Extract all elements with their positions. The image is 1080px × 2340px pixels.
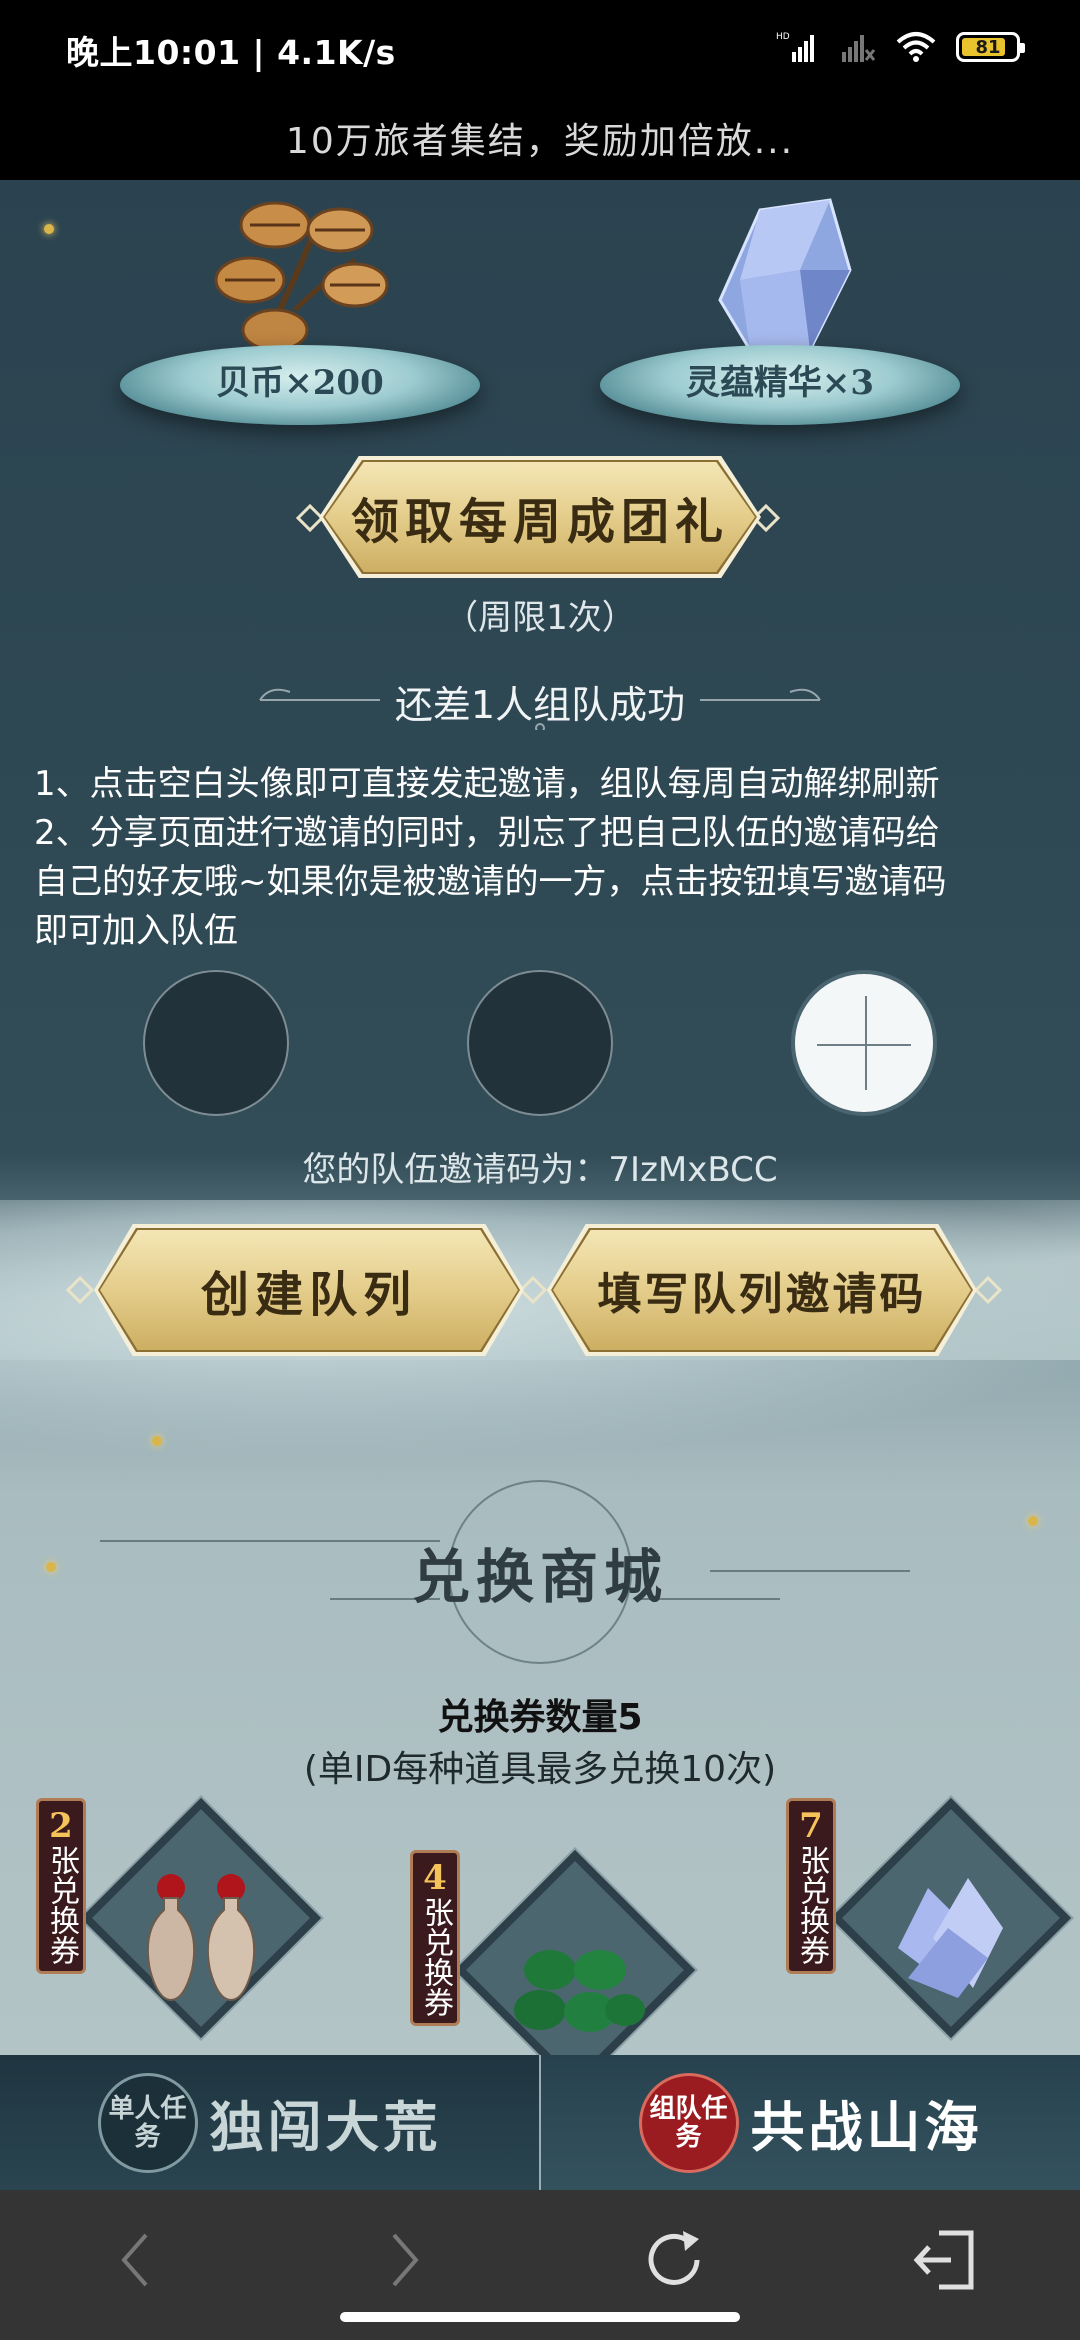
vase-icon: [146, 1874, 256, 2002]
reward-label: 贝币×200: [216, 363, 384, 403]
rule-line: 即可加入队伍: [34, 911, 238, 951]
fill-invite-code-button[interactable]: 填写队列邀请码: [547, 1224, 977, 1356]
invite-member-button[interactable]: [791, 970, 937, 1116]
price-unit: 张兑换券: [418, 1897, 453, 2017]
team-member-slot[interactable]: [467, 970, 613, 1116]
voucher-count: 兑换券数量5: [437, 1697, 643, 1738]
price-number: 2: [49, 1806, 73, 1846]
exit-icon: [913, 2230, 974, 2290]
battery-level: 81: [975, 36, 1001, 58]
price-tag: 7 张兑换券: [786, 1798, 836, 1974]
tab-team-label: 共战山海: [750, 2095, 983, 2159]
shop-item-crystal[interactable]: 7 张兑换券: [786, 1794, 1075, 2042]
shop-item-vase[interactable]: 2 张兑换券: [36, 1794, 325, 2042]
reload-button[interactable]: [634, 2220, 714, 2300]
tab-team-task[interactable]: 组队任务 共战山海: [541, 2055, 1080, 2190]
shop-title: 兑换商城: [411, 1543, 668, 1611]
team-member-slot[interactable]: [143, 970, 289, 1116]
wifi-icon: [896, 32, 936, 62]
status-time-speed: 晚上10:01 | 4.1K/s: [66, 33, 396, 72]
crystal-icon: [718, 198, 852, 352]
claim-weekly-button[interactable]: 领取每周成团礼: [319, 456, 761, 578]
reward-shell-coin: 贝币×200: [110, 190, 490, 460]
price-unit: 张兑换券: [44, 1845, 79, 1965]
rule-line: 1、点击空白头像即可直接发起邀请，组队每周自动解绑刷新: [34, 764, 940, 804]
exchange-limit-note: (单ID每种道具最多兑换10次): [303, 1749, 777, 1790]
activity-content: 贝币×200 灵蕴精华×3 领取每周成团礼 （周限1次） 还差1人组队成功 1、…: [0, 180, 1080, 2055]
signal-icon: HD: [776, 32, 814, 62]
rules-text: 1、点击空白头像即可直接发起邀请，组队每周自动解绑刷新 2、分享页面进行邀请的同…: [34, 760, 1054, 956]
task-tab-bar: 单人任务 独闯大荒 组队任务 共战山海: [0, 2055, 1080, 2190]
back-button[interactable]: [96, 2220, 176, 2300]
single-task-seal: 单人任务: [97, 2072, 198, 2173]
team-status-text: 还差1人组队成功: [394, 683, 686, 727]
battery-icon: 81: [956, 32, 1025, 62]
shell-coin-icon: [214, 201, 389, 352]
shop-item-jade[interactable]: 4 张兑换券: [410, 1846, 699, 2055]
team-task-seal: 组队任务: [638, 2072, 739, 2173]
price-tag: 4 张兑换券: [410, 1850, 460, 2026]
signal-weak-icon: [842, 35, 876, 62]
price-number: 7: [799, 1806, 823, 1846]
rule-line: 自己的好友哦~如果你是被邀请的一方，点击按钮填写邀请码: [34, 862, 947, 902]
status-icons: HD 81: [776, 24, 1025, 70]
create-team-button[interactable]: 创建队列: [94, 1224, 524, 1356]
chevron-right-icon: [392, 2233, 419, 2287]
rule-line: 2、分享页面进行邀请的同时，别忘了把自己队伍的邀请码给: [34, 813, 940, 853]
reward-spirit-essence: 灵蕴精华×3: [590, 190, 970, 460]
price-tag: 2 张兑换券: [36, 1798, 86, 1974]
sparkle-decoration: [152, 1436, 162, 1446]
price-number: 4: [423, 1858, 447, 1898]
fill-invite-code-label: 填写队列邀请码: [553, 1230, 971, 1350]
svg-text:HD: HD: [776, 32, 790, 42]
weekly-limit-text: （周限1次）: [444, 598, 636, 638]
price-unit: 张兑换券: [794, 1845, 829, 1965]
status-bar: 晚上10:01 | 4.1K/s HD 81: [0, 0, 1080, 95]
forward-button[interactable]: [364, 2220, 444, 2300]
invite-code-text: 您的队伍邀请码为：7IzMxBCC: [302, 1150, 778, 1190]
jade-icon: [514, 1950, 645, 2032]
exit-button[interactable]: [904, 2220, 984, 2300]
tab-single-label: 独闯大荒: [209, 2095, 442, 2159]
claim-weekly-label: 领取每周成团礼: [325, 462, 755, 572]
chevron-left-icon: [121, 2233, 148, 2287]
tab-single-task[interactable]: 单人任务 独闯大荒: [0, 2055, 541, 2190]
page-title: 10万旅者集结，奖励加倍放...: [0, 95, 1080, 180]
crystal-cluster-icon: [898, 1878, 1003, 1998]
refresh-icon: [648, 2231, 700, 2285]
sparkle-decoration: [44, 224, 54, 234]
shop-header: 兑换商城: [0, 1480, 1080, 1664]
create-team-label: 创建队列: [100, 1230, 518, 1350]
home-indicator[interactable]: [340, 2312, 740, 2322]
reward-label: 灵蕴精华×3: [685, 363, 875, 403]
